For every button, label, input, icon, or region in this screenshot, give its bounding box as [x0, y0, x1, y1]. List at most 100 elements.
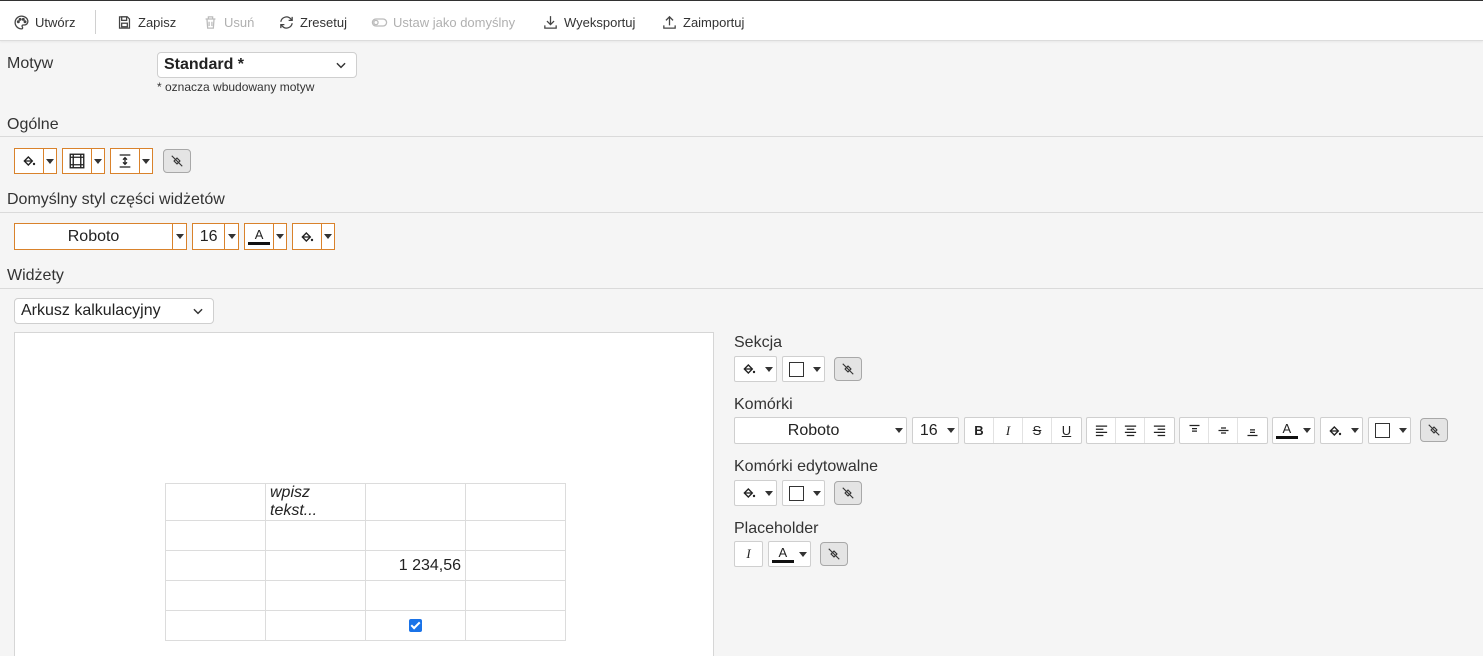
- border-icon: [1375, 423, 1391, 438]
- dropdown-arrow[interactable]: [44, 149, 56, 173]
- table-cell[interactable]: [165, 520, 266, 551]
- placeholder-font-color-button[interactable]: A: [768, 541, 811, 567]
- reset-style-button[interactable]: [163, 149, 191, 173]
- export-button[interactable]: Wyeksportuj: [542, 12, 635, 32]
- cells-font-value: Roboto: [787, 421, 840, 439]
- create-button[interactable]: Utwórz: [13, 12, 75, 32]
- checkbox[interactable]: [409, 618, 422, 632]
- section-label: Sekcja: [734, 334, 783, 351]
- widget-selected: Arkusz kalkulacyjny: [21, 302, 161, 319]
- toggle-icon: [371, 17, 388, 27]
- bold-button[interactable]: B: [965, 418, 994, 443]
- create-label: Utwórz: [35, 14, 76, 30]
- cells-fill-button[interactable]: [1320, 417, 1363, 444]
- table-cell[interactable]: [465, 550, 566, 581]
- dropdown-arrow[interactable]: [140, 149, 152, 173]
- dropdown-arrow[interactable]: [1397, 418, 1410, 443]
- dropdown-arrow[interactable]: [945, 418, 958, 443]
- placeholder-cell[interactable]: wpisz tekst...: [265, 483, 366, 521]
- default-fill-button[interactable]: [292, 223, 335, 250]
- table-cell[interactable]: [465, 610, 566, 641]
- section-fill-button[interactable]: [734, 356, 777, 382]
- dropdown-arrow[interactable]: [173, 224, 186, 249]
- reset-button[interactable]: Zresetuj: [278, 12, 347, 32]
- dropdown-arrow[interactable]: [1301, 418, 1314, 443]
- number-cell[interactable]: 1 234,56: [365, 550, 466, 581]
- dropdown-arrow[interactable]: [322, 224, 334, 249]
- dropdown-arrow[interactable]: [811, 481, 824, 505]
- align-top-button[interactable]: [1180, 418, 1209, 443]
- toolbar: Utwórz Zapisz Usuń Zresetuj Ustaw jako d…: [0, 1, 1483, 41]
- toolbar-separator: [95, 10, 96, 34]
- theme-label: Motyw: [7, 55, 54, 72]
- strikethrough-button[interactable]: S: [1023, 418, 1052, 443]
- dropdown-arrow[interactable]: [225, 224, 238, 249]
- align-left-button[interactable]: [1087, 418, 1116, 443]
- import-button[interactable]: Zaimportuj: [661, 12, 744, 32]
- align-middle-button[interactable]: [1209, 418, 1238, 443]
- general-fill-button[interactable]: [14, 148, 57, 174]
- default-size-select[interactable]: 16: [192, 223, 239, 250]
- table-cell[interactable]: [165, 483, 266, 521]
- cells-reset-button[interactable]: [1420, 418, 1448, 442]
- editable-fill-button[interactable]: [734, 480, 777, 506]
- align-middle-icon: [1218, 427, 1228, 434]
- checkbox-cell[interactable]: [365, 610, 466, 641]
- section-reset-button[interactable]: [834, 357, 862, 381]
- table-row: [165, 610, 566, 641]
- widget-select[interactable]: Arkusz kalkulacyjny: [14, 298, 214, 324]
- dropdown-arrow[interactable]: [763, 481, 776, 505]
- font-color-icon: A: [771, 546, 794, 563]
- table-row: [165, 580, 566, 611]
- table-cell[interactable]: [465, 580, 566, 611]
- table-cell[interactable]: [265, 580, 366, 611]
- underline-button[interactable]: U: [1052, 418, 1081, 443]
- table-cell[interactable]: [465, 520, 566, 551]
- table-cell[interactable]: [365, 483, 466, 521]
- save-button[interactable]: Zapisz: [116, 12, 176, 32]
- default-font-color-button[interactable]: A: [244, 223, 287, 250]
- align-bottom-button[interactable]: [1238, 418, 1267, 443]
- table-cell[interactable]: [365, 520, 466, 551]
- editable-reset-button[interactable]: [834, 481, 862, 505]
- align-right-button[interactable]: [1145, 418, 1174, 443]
- cells-font-select[interactable]: Roboto: [734, 417, 907, 444]
- set-default-label: Ustaw jako domyślny: [393, 14, 516, 30]
- table-cell[interactable]: [265, 610, 366, 641]
- no-style-icon: [842, 363, 854, 375]
- table-cell[interactable]: [165, 550, 266, 581]
- general-spacing-button[interactable]: [110, 148, 153, 174]
- table-cell[interactable]: [365, 580, 466, 611]
- section-border-button[interactable]: [782, 356, 825, 382]
- table-cell[interactable]: [465, 483, 566, 521]
- italic-button[interactable]: I: [994, 418, 1023, 443]
- placeholder-reset-button[interactable]: [820, 542, 848, 566]
- dropdown-arrow[interactable]: [892, 418, 906, 443]
- editable-border-button[interactable]: [782, 480, 825, 506]
- save-icon: [118, 15, 131, 29]
- placeholder-italic-button[interactable]: I: [734, 541, 763, 567]
- dropdown-arrow[interactable]: [1349, 418, 1362, 443]
- delete-button[interactable]: Usuń: [202, 12, 254, 32]
- download-icon: [544, 15, 557, 29]
- cells-border-button[interactable]: [1368, 417, 1411, 444]
- theme-select[interactable]: Standard *: [157, 52, 357, 78]
- dropdown-arrow[interactable]: [797, 542, 810, 566]
- cells-size-select[interactable]: 16: [912, 417, 959, 444]
- dropdown-arrow[interactable]: [763, 357, 776, 381]
- table-cell[interactable]: [165, 580, 266, 611]
- table-cell[interactable]: [265, 550, 366, 581]
- general-padding-button[interactable]: [62, 148, 105, 174]
- align-center-button[interactable]: [1116, 418, 1145, 443]
- dropdown-arrow[interactable]: [274, 224, 286, 249]
- editable-cells-label: Komórki edytowalne: [734, 458, 879, 475]
- dropdown-arrow[interactable]: [92, 149, 104, 173]
- set-default-button[interactable]: Ustaw jako domyślny: [371, 12, 515, 32]
- divider: [0, 288, 1483, 289]
- dropdown-arrow[interactable]: [811, 357, 824, 381]
- default-font-select[interactable]: Roboto: [14, 223, 187, 250]
- paint-bucket-icon: [23, 156, 36, 166]
- table-cell[interactable]: [165, 610, 266, 641]
- cells-font-color-button[interactable]: A: [1272, 417, 1315, 444]
- table-cell[interactable]: [265, 520, 366, 551]
